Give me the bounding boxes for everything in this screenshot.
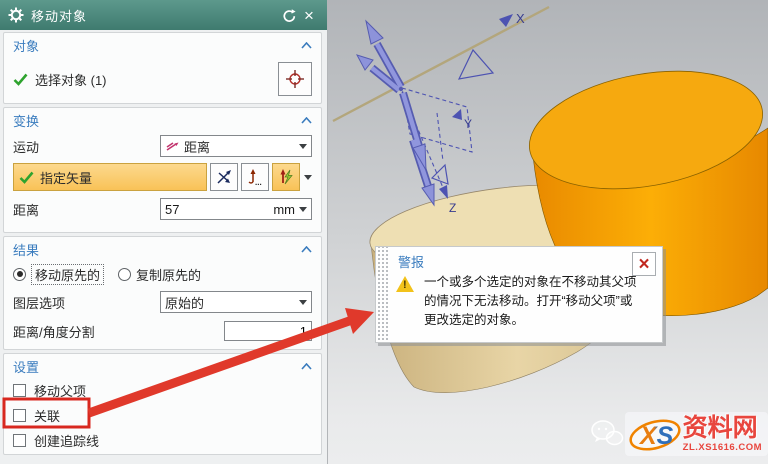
watermark-url: ZL.XS1616.COM [683, 443, 762, 453]
section-objects: 对象 选择对象 (1) [3, 32, 322, 104]
close-icon: × [304, 7, 314, 24]
specify-vector-label: 指定矢量 [40, 168, 92, 187]
check-icon [13, 73, 28, 86]
section-transform: 变换 运动 距离 [3, 107, 322, 233]
reset-icon [282, 8, 297, 23]
radio-move-original[interactable] [13, 268, 26, 281]
dialog-title: 移动对象 [31, 6, 279, 25]
radio-move-original-label[interactable]: 移动原先的 [31, 264, 104, 285]
distance-label: 距离 [13, 200, 39, 219]
vector-dialog-button[interactable] [210, 163, 238, 191]
radio-copy-original-label[interactable]: 复制原先的 [136, 265, 201, 284]
xs-logo: XS [627, 413, 683, 455]
watermark-box: XS 资料网 ZL.XS1616.COM [625, 412, 768, 456]
checkbox-move-parent-label[interactable]: 移动父项 [34, 381, 86, 400]
transform-header: 变换 [13, 111, 39, 130]
warning-icon: ! [396, 276, 414, 292]
checkbox-traceline-label[interactable]: 创建追踪线 [34, 431, 99, 450]
layer-dropdown[interactable]: 原始的 [160, 291, 312, 313]
select-object-label: 选择对象 (1) [35, 70, 107, 89]
inferred-vector-icon: ... [246, 168, 264, 186]
scene-svg: X Y Z [328, 0, 768, 464]
viewport-3d[interactable]: X Y Z [328, 0, 768, 464]
close-button[interactable]: × [299, 5, 319, 25]
unit-caret[interactable] [299, 207, 307, 212]
auto-vector-button[interactable] [272, 163, 300, 191]
caret-icon [299, 144, 307, 149]
layer-option-label: 图层选项 [13, 293, 65, 312]
axis-y-label: Y [464, 117, 472, 131]
axis-z-label: Z [449, 201, 456, 215]
dialog-titlebar: 移动对象 × [0, 0, 327, 30]
crosshair-icon [285, 69, 305, 89]
distance-motion-icon [165, 140, 180, 152]
move-object-dialog: 移动对象 × 对象 选择对 [0, 0, 328, 464]
objects-header: 对象 [13, 36, 39, 55]
checkbox-associative[interactable] [13, 409, 26, 422]
screen: X Y Z 警报 × ! 一个或多个选定的对象在不移动其父项的情况下无法移动。打… [0, 0, 768, 464]
gear-icon [8, 7, 24, 23]
vector-flash-icon [277, 168, 295, 186]
motion-value: 距离 [184, 137, 210, 156]
result-header: 结果 [13, 240, 39, 259]
point-dialog-button[interactable] [278, 62, 312, 96]
reset-button[interactable] [279, 5, 299, 25]
watermark-name: 资料网 [683, 416, 762, 441]
svg-text:...: ... [255, 178, 262, 186]
inferred-vector-button[interactable]: ... [241, 163, 269, 191]
wechat-icon [589, 417, 625, 451]
distance-unit[interactable]: mm [273, 202, 295, 217]
radio-copy-original[interactable] [118, 268, 131, 281]
division-label: 距离/角度分割 [13, 322, 95, 341]
layer-value: 原始的 [165, 293, 204, 312]
checkbox-traceline[interactable] [13, 434, 26, 447]
vector-options-caret[interactable] [304, 175, 312, 180]
motion-label: 运动 [13, 137, 39, 156]
collapse-chevron-icon[interactable] [301, 117, 312, 124]
settings-header: 设置 [13, 357, 39, 376]
distance-input[interactable] [165, 202, 225, 217]
collapse-chevron-icon[interactable] [301, 42, 312, 49]
alert-message: 一个或多个选定的对象在不移动其父项的情况下无法移动。打开“移动父项”或更改选定的… [424, 273, 640, 330]
check-icon [19, 171, 34, 184]
division-input[interactable] [224, 321, 312, 341]
motion-dropdown[interactable]: 距离 [160, 135, 312, 157]
collapse-chevron-icon[interactable] [301, 246, 312, 253]
xs-logo-text: XS [638, 422, 674, 450]
axis-x-label: X [516, 11, 525, 26]
specify-vector-field[interactable]: 指定矢量 [13, 163, 207, 191]
watermark: XS 资料网 ZL.XS1616.COM [589, 412, 768, 456]
alert-dialog: 警报 × ! 一个或多个选定的对象在不移动其父项的情况下无法移动。打开“移动父项… [375, 246, 663, 343]
alert-close-icon: × [638, 255, 649, 274]
section-settings: 设置 移动父项 关联 创建追踪线 [3, 353, 322, 455]
alert-title: 警报 [398, 252, 424, 271]
caret-icon [299, 300, 307, 305]
alert-grip[interactable] [376, 247, 389, 342]
section-result: 结果 移动原先的 复制原先的 图层选项 原始的 [3, 236, 322, 350]
crossed-arrows-icon [215, 168, 233, 186]
checkbox-associative-label[interactable]: 关联 [34, 406, 60, 425]
distance-field: mm [160, 198, 312, 220]
collapse-chevron-icon[interactable] [301, 363, 312, 370]
checkbox-move-parent[interactable] [13, 384, 26, 397]
